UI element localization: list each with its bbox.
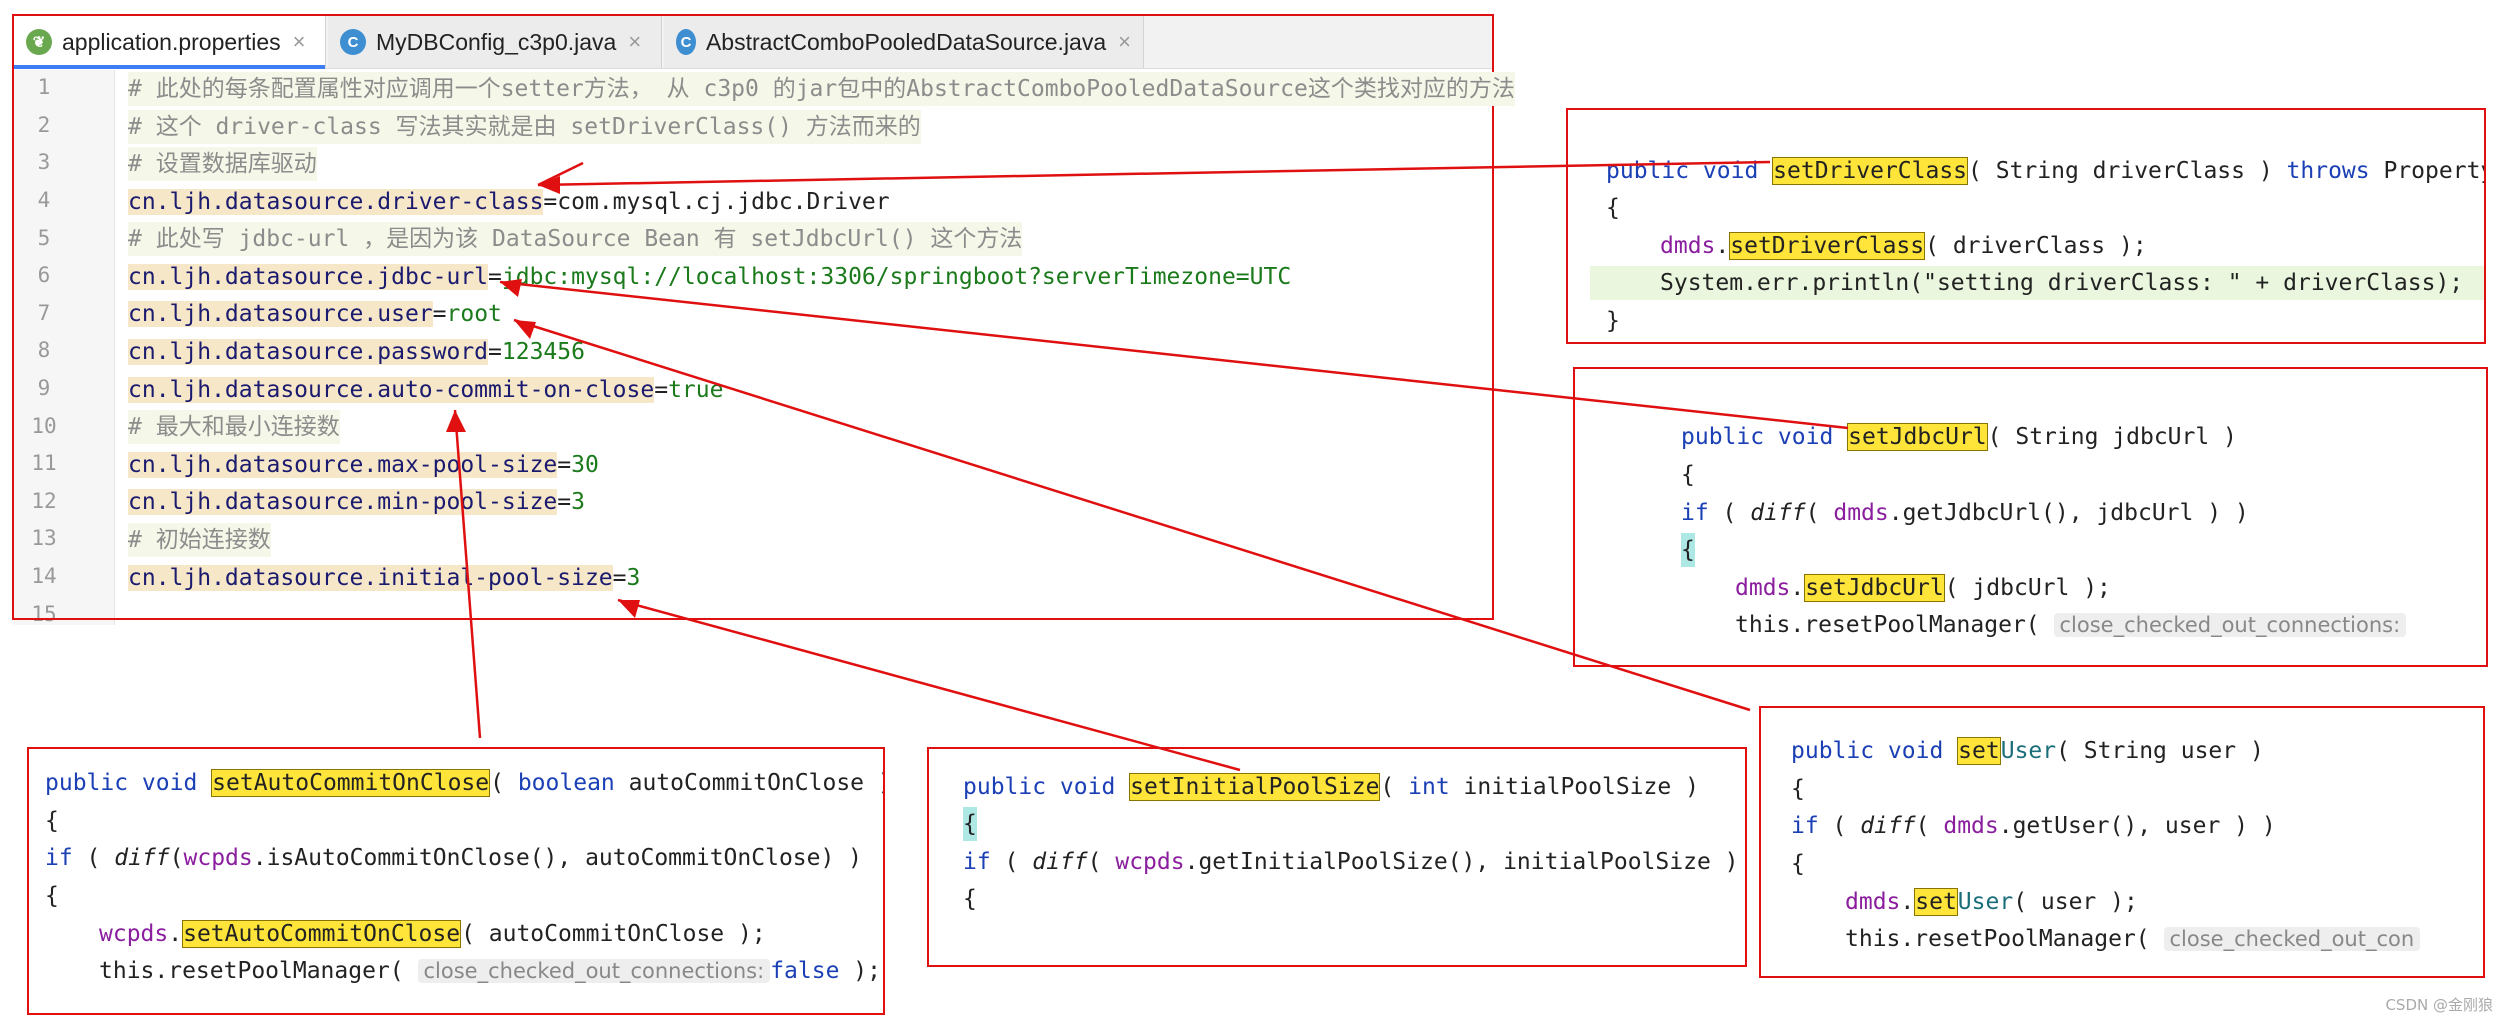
watermark: CSDN @金刚狼 <box>2385 996 2493 1014</box>
arrow-jdbc-url <box>499 280 1849 430</box>
annotation-arrows <box>446 160 1849 772</box>
arrow-auto-commit <box>453 409 482 739</box>
arrowhead-icon <box>618 600 640 618</box>
arrow-user <box>513 318 1751 712</box>
arrow-driver-class <box>537 160 1771 187</box>
arrow-head <box>537 161 584 187</box>
arrowhead-icon <box>514 320 536 339</box>
arrow-initial-pool-size <box>617 598 1241 772</box>
arrowhead-icon <box>446 410 466 432</box>
arrowhead-icon <box>500 279 522 297</box>
